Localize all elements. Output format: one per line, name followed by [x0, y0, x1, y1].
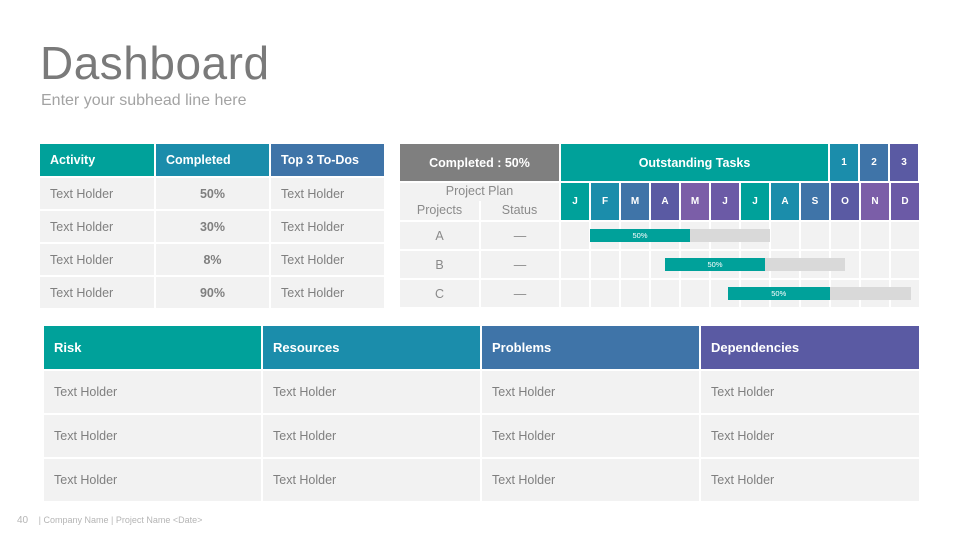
activity-cell: Text Holder	[40, 211, 154, 242]
completed-cell: 30%	[156, 211, 269, 242]
gantt-cell	[801, 222, 829, 249]
footer: 40 | Company Name | Project Name <Date>	[17, 515, 202, 526]
dependencies-cell: Text Holder	[701, 371, 919, 413]
gantt-chart: Completed : 50% Outstanding Tasks 1 2 3 …	[400, 144, 919, 307]
month-header: D	[891, 183, 919, 220]
problems-cell: Text Holder	[482, 459, 699, 501]
activity-cell: Text Holder	[40, 277, 154, 308]
problems-cell: Text Holder	[482, 371, 699, 413]
month-header: M	[621, 183, 649, 220]
month-header: J	[561, 183, 589, 220]
completed-summary: Completed : 50%	[400, 144, 559, 181]
gantt-cell	[621, 251, 649, 278]
gantt-cell	[891, 222, 919, 249]
activity-cell: Text Holder	[40, 178, 154, 209]
month-header: S	[801, 183, 829, 220]
project-status: —	[481, 280, 559, 307]
todo-cell: Text Holder	[271, 178, 384, 209]
month-header: A	[771, 183, 799, 220]
header-problems: Problems	[482, 326, 699, 369]
page-number: 40	[17, 515, 29, 526]
project-status: —	[481, 251, 559, 278]
gantt-cell	[591, 280, 619, 307]
completed-cell: 8%	[156, 244, 269, 275]
risk-cell: Text Holder	[44, 371, 261, 413]
month-header: N	[861, 183, 889, 220]
page-subtitle: Enter your subhead line here	[41, 92, 247, 109]
page-title: Dashboard	[40, 37, 270, 89]
gantt-cell	[861, 251, 889, 278]
quarter-3: 3	[890, 144, 918, 181]
header-activity: Activity	[40, 144, 154, 176]
resources-cell: Text Holder	[263, 415, 480, 457]
outstanding-tasks-header: Outstanding Tasks	[561, 144, 828, 181]
month-header: O	[831, 183, 859, 220]
header-resources: Resources	[263, 326, 480, 369]
month-header: M	[681, 183, 709, 220]
month-header: J	[741, 183, 769, 220]
todo-cell: Text Holder	[271, 211, 384, 242]
gantt-cell	[681, 280, 709, 307]
gantt-cell	[651, 280, 679, 307]
month-header: A	[651, 183, 679, 220]
resources-cell: Text Holder	[263, 459, 480, 501]
status-label: Status	[501, 203, 538, 217]
project-plan-header: Project Plan Projects Status	[400, 183, 559, 220]
task-bar: 50%	[590, 229, 770, 242]
task-progress-fill: 50%	[590, 229, 690, 242]
projects-label: Projects	[416, 203, 463, 217]
completed-cell: 50%	[156, 178, 269, 209]
task-bar: 50%	[728, 287, 911, 300]
project-name: A	[400, 222, 479, 249]
dependencies-cell: Text Holder	[701, 459, 919, 501]
project-plan-label: Project Plan	[445, 184, 514, 198]
todo-cell: Text Holder	[271, 244, 384, 275]
risk-cell: Text Holder	[44, 415, 261, 457]
gantt-cell	[561, 251, 589, 278]
month-header: F	[591, 183, 619, 220]
footer-text: | Company Name | Project Name <Date>	[38, 515, 203, 525]
dependencies-cell: Text Holder	[701, 415, 919, 457]
project-name: C	[400, 280, 479, 307]
gantt-cell	[561, 280, 589, 307]
gantt-cell	[621, 280, 649, 307]
header-dependencies: Dependencies	[701, 326, 919, 369]
gantt-cell	[891, 251, 919, 278]
gantt-cell	[861, 222, 889, 249]
header-completed: Completed	[156, 144, 269, 176]
project-status: —	[481, 222, 559, 249]
risk-table: Risk Resources Problems Dependencies Tex…	[44, 326, 919, 501]
gantt-cell	[831, 222, 859, 249]
task-bar: 50%	[665, 258, 845, 271]
month-header: J	[711, 183, 739, 220]
quarter-1: 1	[830, 144, 858, 181]
activity-table: Activity Completed Top 3 To-Dos Text Hol…	[40, 144, 384, 308]
risk-cell: Text Holder	[44, 459, 261, 501]
header-risk: Risk	[44, 326, 261, 369]
task-progress-fill: 50%	[728, 287, 830, 300]
completed-cell: 90%	[156, 277, 269, 308]
activity-cell: Text Holder	[40, 244, 154, 275]
gantt-cell	[561, 222, 589, 249]
gantt-cell	[771, 222, 799, 249]
gantt-cell	[591, 251, 619, 278]
todo-cell: Text Holder	[271, 277, 384, 308]
quarter-2: 2	[860, 144, 888, 181]
header-todos: Top 3 To-Dos	[271, 144, 384, 176]
task-progress-fill: 50%	[665, 258, 765, 271]
project-name: B	[400, 251, 479, 278]
problems-cell: Text Holder	[482, 415, 699, 457]
resources-cell: Text Holder	[263, 371, 480, 413]
